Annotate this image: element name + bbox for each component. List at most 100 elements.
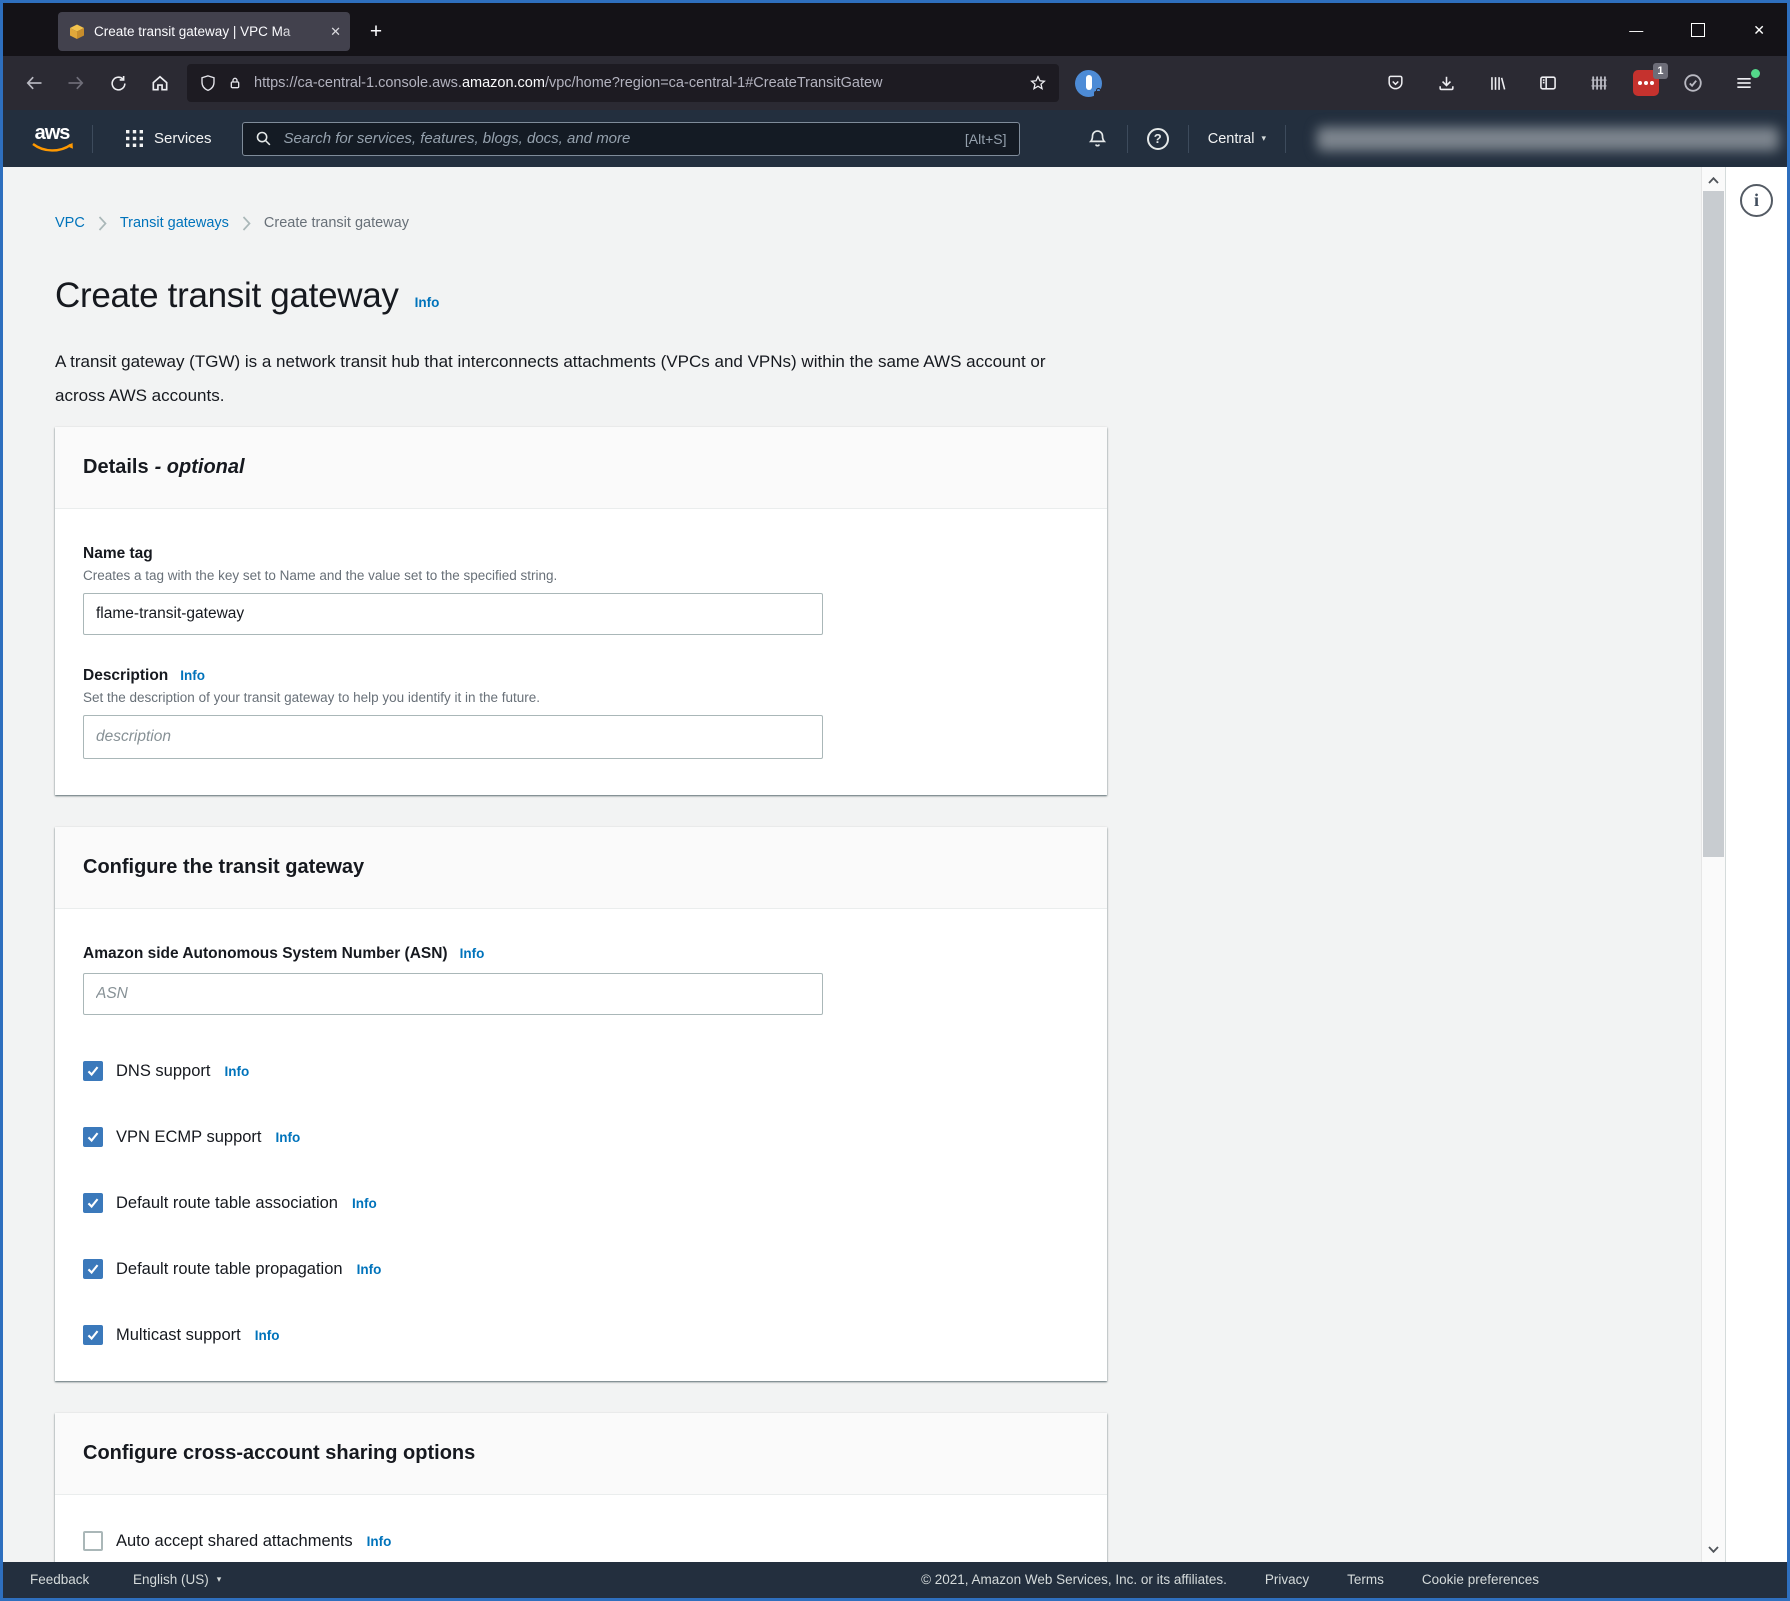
lock-icon[interactable] <box>227 75 243 91</box>
check-circle-extension-icon[interactable] <box>1676 66 1710 100</box>
configure-card: Configure the transit gateway Amazon sid… <box>55 827 1107 1381</box>
terms-link[interactable]: Terms <box>1347 1572 1384 1587</box>
page-title: Create transit gateway <box>55 275 399 317</box>
vpn-ecmp-checkbox[interactable] <box>83 1127 103 1147</box>
toolbar-extensions: 1 <box>1378 66 1773 100</box>
asn-info-link[interactable]: Info <box>460 946 485 961</box>
pocket-icon[interactable] <box>1378 66 1412 100</box>
url-bar[interactable]: https://ca-central-1.console.aws.amazon.… <box>187 64 1059 102</box>
asn-input[interactable] <box>83 973 823 1015</box>
details-card: Details- optional Name tag Creates a tag… <box>55 427 1107 795</box>
vpn-ecmp-label: VPN ECMP support <box>116 1128 262 1147</box>
route-propagation-label: Default route table propagation <box>116 1260 343 1279</box>
breadcrumb-transit-gateways[interactable]: Transit gateways <box>120 215 229 231</box>
aws-logo[interactable]: aws <box>29 125 75 153</box>
configure-card-header: Configure the transit gateway <box>55 827 1107 909</box>
tab-title: Create transit gateway | VPC Ma <box>94 24 326 39</box>
password-manager-extension[interactable]: 1 <box>1633 70 1659 96</box>
extension-icon[interactable] <box>1075 70 1102 97</box>
forward-icon[interactable] <box>59 66 93 100</box>
asn-label: Amazon side Autonomous System Number (AS… <box>83 945 448 963</box>
description-label: Description <box>83 667 168 685</box>
details-card-header: Details- optional <box>55 427 1107 509</box>
new-tab-button[interactable]: + <box>361 17 391 47</box>
vpn-ecmp-info-link[interactable]: Info <box>276 1130 301 1145</box>
extension-badge: 1 <box>1653 63 1668 79</box>
bookmark-star-icon[interactable] <box>1029 74 1047 92</box>
console-search[interactable]: [Alt+S] <box>242 122 1020 156</box>
language-selector[interactable]: English (US) ▾ <box>133 1572 221 1587</box>
aws-favicon-icon <box>69 24 85 40</box>
services-grid-icon <box>126 130 143 147</box>
breadcrumb-vpc[interactable]: VPC <box>55 215 85 231</box>
dns-support-checkbox[interactable] <box>83 1061 103 1081</box>
description-input[interactable] <box>83 715 823 759</box>
region-selector[interactable]: Central ▾ <box>1208 131 1266 147</box>
account-menu[interactable] <box>1317 127 1779 151</box>
menu-hamburger-icon[interactable] <box>1727 66 1761 100</box>
chevron-down-icon: ▾ <box>217 1574 222 1585</box>
back-icon[interactable] <box>17 66 51 100</box>
name-tag-label: Name tag <box>83 545 1079 563</box>
route-association-label: Default route table association <box>116 1194 338 1213</box>
home-icon[interactable] <box>143 66 177 100</box>
info-panel-icon[interactable]: i <box>1740 184 1773 217</box>
search-icon <box>255 130 272 147</box>
services-label: Services <box>154 130 212 147</box>
help-icon[interactable]: ? <box>1147 128 1169 150</box>
update-notification-dot <box>1751 69 1760 78</box>
close-window-button[interactable]: ✕ <box>1753 23 1765 37</box>
maximize-button[interactable] <box>1691 23 1705 37</box>
auto-accept-label: Auto accept shared attachments <box>116 1532 353 1551</box>
scroll-up-icon[interactable] <box>1702 170 1725 190</box>
sidebar-icon[interactable] <box>1531 66 1565 100</box>
search-shortcut-hint: [Alt+S] <box>965 131 1007 147</box>
breadcrumb-separator-icon <box>242 216 251 231</box>
route-propagation-checkbox[interactable] <box>83 1259 103 1279</box>
library-icon[interactable] <box>1480 66 1514 100</box>
route-association-checkbox[interactable] <box>83 1193 103 1213</box>
browser-window: Create transit gateway | VPC Ma ✕ + — ✕ <box>0 0 1790 1601</box>
sharing-card: Configure cross-account sharing options … <box>55 1413 1107 1562</box>
browser-tab[interactable]: Create transit gateway | VPC Ma ✕ <box>58 12 350 51</box>
scroll-down-icon[interactable] <box>1702 1539 1725 1559</box>
name-tag-input[interactable] <box>83 593 823 635</box>
console-content: VPC Transit gateways Create transit gate… <box>3 167 1787 1562</box>
tab-close-icon[interactable]: ✕ <box>330 24 341 40</box>
download-icon[interactable] <box>1429 66 1463 100</box>
breadcrumb: VPC Transit gateways Create transit gate… <box>55 167 1701 231</box>
multicast-checkbox[interactable] <box>83 1325 103 1345</box>
minimize-button[interactable]: — <box>1629 23 1643 37</box>
privacy-link[interactable]: Privacy <box>1265 1572 1309 1587</box>
aws-smile-icon <box>31 142 73 153</box>
multicast-row: Multicast support Info <box>83 1325 1079 1345</box>
name-tag-helper: Creates a tag with the key set to Name a… <box>83 568 1079 583</box>
breadcrumb-separator-icon <box>98 216 107 231</box>
containers-fence-icon[interactable] <box>1582 66 1616 100</box>
description-info-link[interactable]: Info <box>180 668 205 683</box>
multicast-info-link[interactable]: Info <box>255 1328 280 1343</box>
chevron-down-icon: ▾ <box>1261 133 1266 144</box>
notifications-bell-icon[interactable] <box>1087 128 1108 149</box>
scrollbar-thumb[interactable] <box>1703 191 1724 857</box>
multicast-label: Multicast support <box>116 1326 241 1345</box>
description-helper: Set the description of your transit gate… <box>83 690 1079 705</box>
dns-support-info-link[interactable]: Info <box>224 1064 249 1079</box>
route-association-info-link[interactable]: Info <box>352 1196 377 1211</box>
aws-console-header: aws Services [Alt+S] ? Cen <box>3 110 1787 167</box>
vertical-scrollbar[interactable] <box>1701 167 1725 1562</box>
reload-icon[interactable] <box>101 66 135 100</box>
route-propagation-info-link[interactable]: Info <box>357 1262 382 1277</box>
feedback-link[interactable]: Feedback <box>30 1572 89 1587</box>
route-association-row: Default route table association Info <box>83 1193 1079 1213</box>
page-info-link[interactable]: Info <box>415 295 440 310</box>
cookie-preferences-link[interactable]: Cookie preferences <box>1422 1572 1539 1587</box>
auto-accept-info-link[interactable]: Info <box>367 1534 392 1549</box>
tracking-shield-icon[interactable] <box>199 74 217 92</box>
url-text: https://ca-central-1.console.aws.amazon.… <box>254 75 1021 91</box>
services-menu[interactable]: Services <box>126 130 212 147</box>
search-input[interactable] <box>282 129 965 148</box>
tab-bar: Create transit gateway | VPC Ma ✕ + — ✕ <box>3 3 1787 56</box>
auto-accept-checkbox[interactable] <box>83 1531 103 1551</box>
sharing-card-header: Configure cross-account sharing options <box>55 1413 1107 1495</box>
